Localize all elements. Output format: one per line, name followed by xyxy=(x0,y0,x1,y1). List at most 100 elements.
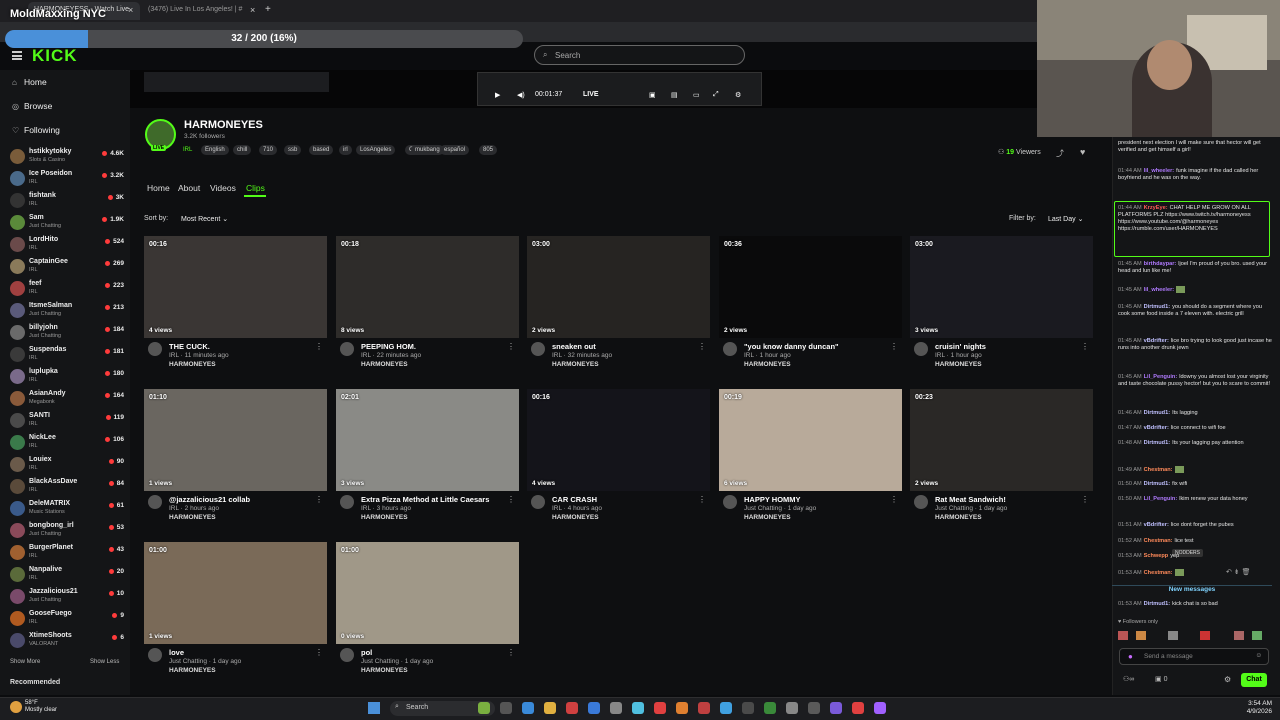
clip-thumbnail[interactable] xyxy=(336,542,519,644)
taskbar-app-icon[interactable] xyxy=(544,702,556,714)
following-channel[interactable]: luplupka IRL 180 xyxy=(10,367,124,387)
clip-channel-avatar[interactable] xyxy=(340,342,354,356)
taskbar-app-icon[interactable] xyxy=(522,702,534,714)
chat-username[interactable]: lil_wheeler: xyxy=(1144,287,1174,293)
chat-username[interactable]: vBdrifter: xyxy=(1144,425,1169,431)
tab-about[interactable]: About xyxy=(178,183,200,193)
following-channel[interactable]: AsianAndy Megabonk 164 xyxy=(10,389,124,409)
clip-channel-avatar[interactable] xyxy=(148,648,162,662)
chat-message-input[interactable]: ● Send a message ☺ xyxy=(1119,648,1269,665)
clip-channel-avatar[interactable] xyxy=(531,495,545,509)
more-options-icon[interactable]: ⋮ xyxy=(315,495,323,504)
microphone-icon[interactable]: ● xyxy=(1128,652,1133,661)
windows-start-icon[interactable] xyxy=(368,702,380,714)
volume-icon[interactable]: ◀) xyxy=(517,91,525,99)
following-channel[interactable]: fishtank IRL 3K xyxy=(10,191,124,211)
following-channel[interactable]: Louiex IRL 90 xyxy=(10,455,124,475)
chat-username[interactable]: Chestman: xyxy=(1144,538,1173,544)
tab-home[interactable]: Home xyxy=(147,183,170,193)
following-channel[interactable]: BlackAssDave IRL 84 xyxy=(10,477,124,497)
sort-dropdown[interactable]: Most Recent ⌄ xyxy=(181,215,228,223)
more-options-icon[interactable]: ⋮ xyxy=(507,342,515,351)
kick-logo[interactable]: KICK xyxy=(32,46,78,66)
clip-channel-avatar[interactable] xyxy=(723,342,737,356)
theater-icon[interactable]: ▤ xyxy=(671,91,678,99)
taskbar-app-icon[interactable] xyxy=(654,702,666,714)
clip-thumbnail[interactable] xyxy=(144,236,327,338)
clip-channel-avatar[interactable] xyxy=(531,342,545,356)
channel-tag[interactable]: irl xyxy=(339,145,352,155)
new-tab-button[interactable]: + xyxy=(265,4,271,15)
settings-icon[interactable]: ⚙ xyxy=(735,91,741,99)
emote-icon[interactable] xyxy=(1252,631,1262,640)
following-channel[interactable]: GooseFuego IRL 9 xyxy=(10,609,124,629)
tab-videos[interactable]: Videos xyxy=(210,183,236,193)
clip-channel-name[interactable]: HARMONEYES xyxy=(169,667,216,674)
chat-username[interactable]: vBdrifter: xyxy=(1144,522,1169,528)
chat-username[interactable]: KrzyEye: xyxy=(1144,205,1168,211)
following-channel[interactable]: Ice Poseidon IRL 3.2K xyxy=(10,169,124,189)
following-channel[interactable]: feef IRL 223 xyxy=(10,279,124,299)
more-options-icon[interactable]: ⋮ xyxy=(890,342,898,351)
emote-icon[interactable] xyxy=(1234,631,1244,640)
clip-thumbnail[interactable] xyxy=(527,236,710,338)
following-channel[interactable]: DeleMATRIX Music Stations 61 xyxy=(10,499,124,519)
clip-card[interactable]: 03:00 3 views cruisin' nights IRL · 1 hour … xyxy=(910,236,1093,371)
clip-channel-avatar[interactable] xyxy=(340,495,354,509)
clip-channel-avatar[interactable] xyxy=(914,342,928,356)
clip-title[interactable]: Extra Pizza Method at Little Caesars xyxy=(361,495,489,504)
clip-thumbnail[interactable] xyxy=(144,389,327,491)
taskbar-app-icon[interactable] xyxy=(852,702,864,714)
clip-thumbnail[interactable] xyxy=(527,389,710,491)
more-options-icon[interactable]: ⋮ xyxy=(1081,495,1089,504)
clip-thumbnail[interactable] xyxy=(719,389,902,491)
weather-widget[interactable]: 58°F Mostly clear xyxy=(25,700,57,714)
channel-tag[interactable]: based xyxy=(309,145,334,155)
taskbar-app-icon[interactable] xyxy=(610,702,622,714)
more-options-icon[interactable]: ⋮ xyxy=(698,495,706,504)
share-icon[interactable]: ⤴ xyxy=(1056,148,1064,159)
tab-close-icon[interactable]: × xyxy=(128,5,133,15)
taskbar-app-icon[interactable] xyxy=(764,702,776,714)
following-channel[interactable]: XtimeShoots VALORANT 6 xyxy=(10,631,124,651)
taskbar-app-icon[interactable] xyxy=(742,702,754,714)
chat-username[interactable]: birthdaypar: xyxy=(1144,261,1177,267)
fullscreen-icon[interactable]: ⤢ xyxy=(713,91,719,99)
more-options-icon[interactable]: ⋮ xyxy=(315,648,323,657)
following-channel[interactable]: Jazzalicious21 Just Chatting 10 xyxy=(10,587,124,607)
more-options-icon[interactable]: ⋮ xyxy=(1081,342,1089,351)
tab-close-icon[interactable]: × xyxy=(250,5,255,15)
clip-title[interactable]: THE CUCK. xyxy=(169,342,210,351)
following-channel[interactable]: CaptainGee IRL 269 xyxy=(10,257,124,277)
clip-icon[interactable]: ▣ xyxy=(649,91,656,99)
play-icon[interactable]: ▶ xyxy=(495,91,500,99)
clip-title[interactable]: sneaken out xyxy=(552,342,596,351)
clip-title[interactable]: PEEPING HOM. xyxy=(361,342,416,351)
clip-title[interactable]: love xyxy=(169,648,184,657)
chat-username[interactable]: vBdrifter: xyxy=(1144,338,1169,344)
chat-username[interactable]: Lil_Penguin: xyxy=(1144,496,1178,502)
channel-tag[interactable]: LosAngeles xyxy=(356,145,396,155)
chat-username[interactable]: Chestman: xyxy=(1144,570,1173,576)
clip-channel-name[interactable]: HARMONEYES xyxy=(361,514,408,521)
taskbar-app-icon[interactable] xyxy=(632,702,644,714)
clip-channel-name[interactable]: HARMONEYES xyxy=(361,667,408,674)
chat-username[interactable]: Schwepp xyxy=(1144,553,1169,559)
taskbar-app-icon[interactable] xyxy=(676,702,688,714)
chat-username[interactable]: Dirtmud1: xyxy=(1144,601,1170,607)
channel-tag[interactable]: English xyxy=(201,145,229,155)
nav-home[interactable]: ⌂ Home xyxy=(12,77,47,87)
nav-browse[interactable]: ◎ Browse xyxy=(12,101,52,111)
more-options-icon[interactable]: ⋮ xyxy=(315,342,323,351)
clip-thumbnail[interactable] xyxy=(910,389,1093,491)
channel-tag[interactable]: chill xyxy=(233,145,252,155)
system-clock[interactable]: 3:54 AM 4/9/2026 xyxy=(1230,700,1272,716)
taskbar-app-icon[interactable] xyxy=(720,702,732,714)
following-channel[interactable]: billyjohn Just Chatting 184 xyxy=(10,323,124,343)
emote-icon[interactable] xyxy=(1200,631,1210,640)
clip-channel-name[interactable]: HARMONEYES xyxy=(935,361,982,368)
clip-card[interactable]: 00:19 6 views HAPPY HOMMY Just Chatting · 1… xyxy=(719,389,902,524)
infinity-icon[interactable]: ⚇∞ xyxy=(1123,675,1134,683)
chat-username[interactable]: Dirtmud1: xyxy=(1144,481,1170,487)
clip-title[interactable]: "you know danny duncan" xyxy=(744,342,839,351)
